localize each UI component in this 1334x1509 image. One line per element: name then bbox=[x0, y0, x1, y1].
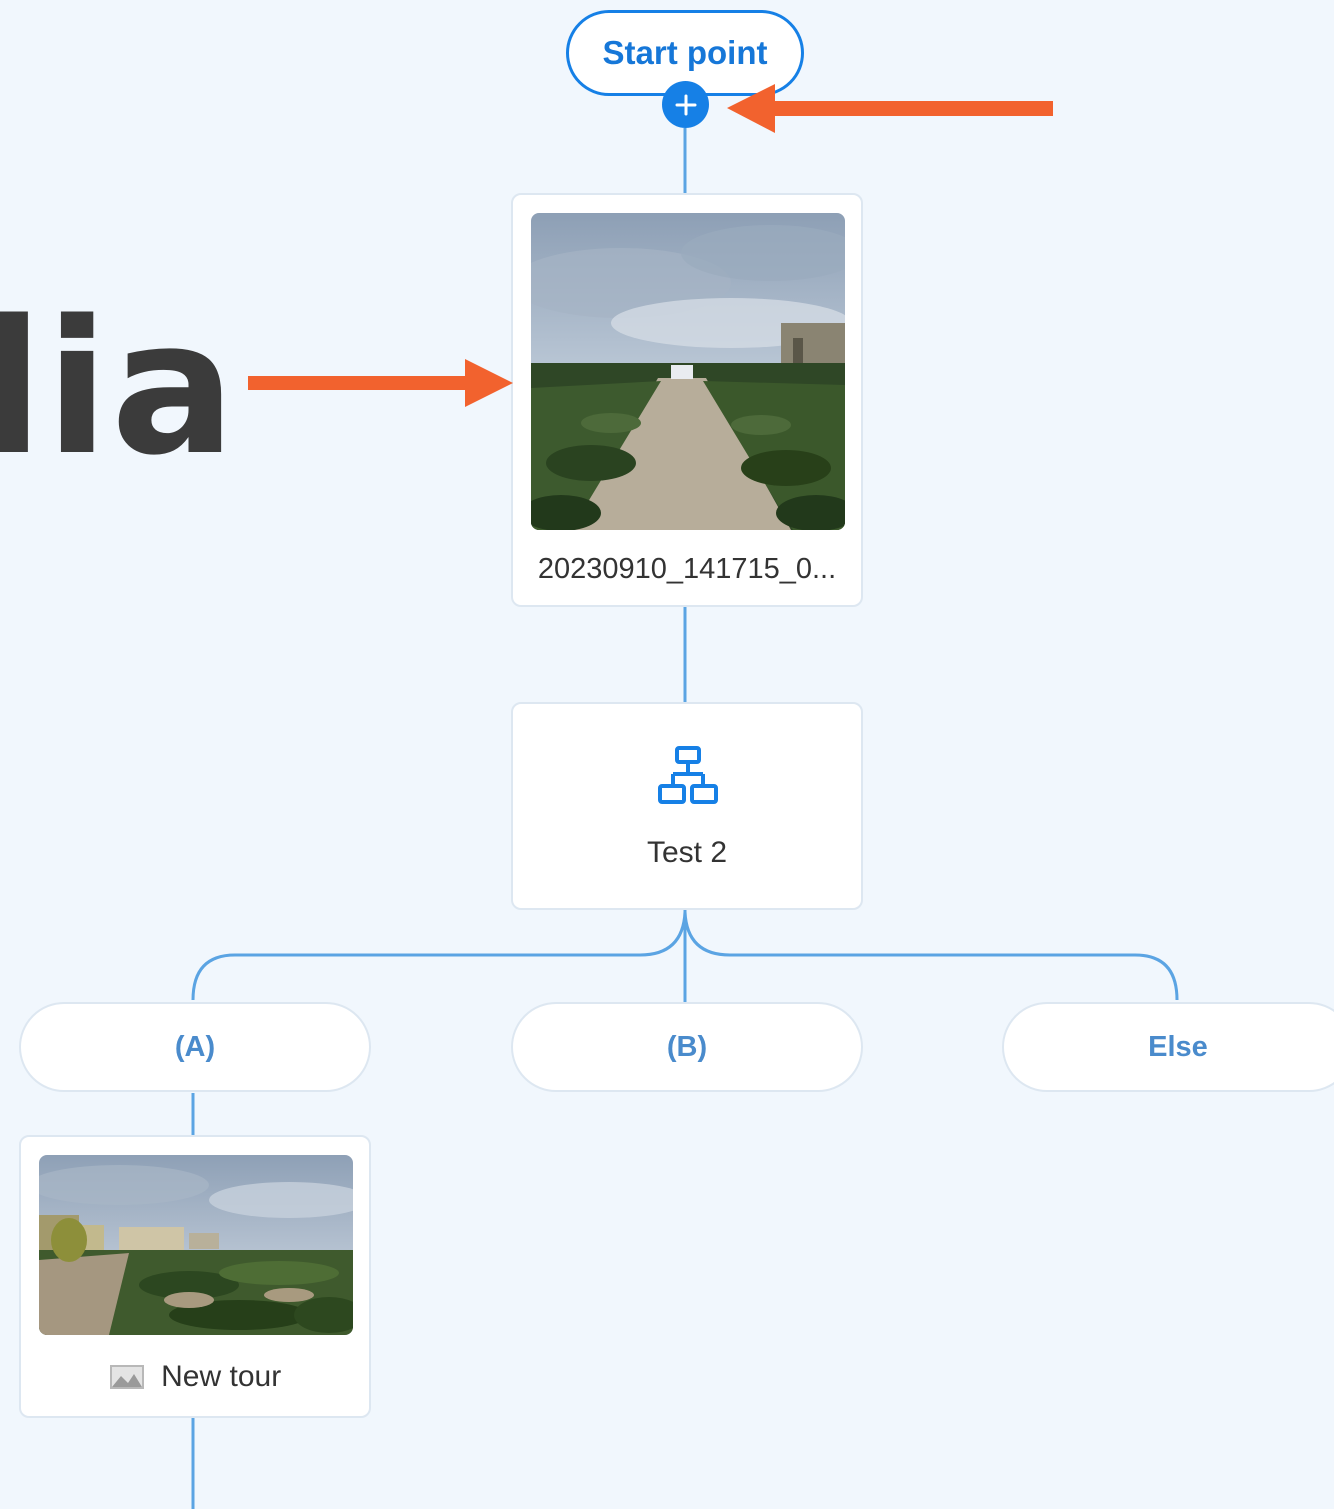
arrow-shaft-media-card bbox=[248, 376, 470, 390]
arrow-head-start-point bbox=[727, 84, 775, 133]
arrow-head-media-card bbox=[465, 359, 513, 407]
arrow-shaft-start-point bbox=[770, 101, 1053, 116]
annotation-arrows bbox=[248, 84, 1053, 407]
